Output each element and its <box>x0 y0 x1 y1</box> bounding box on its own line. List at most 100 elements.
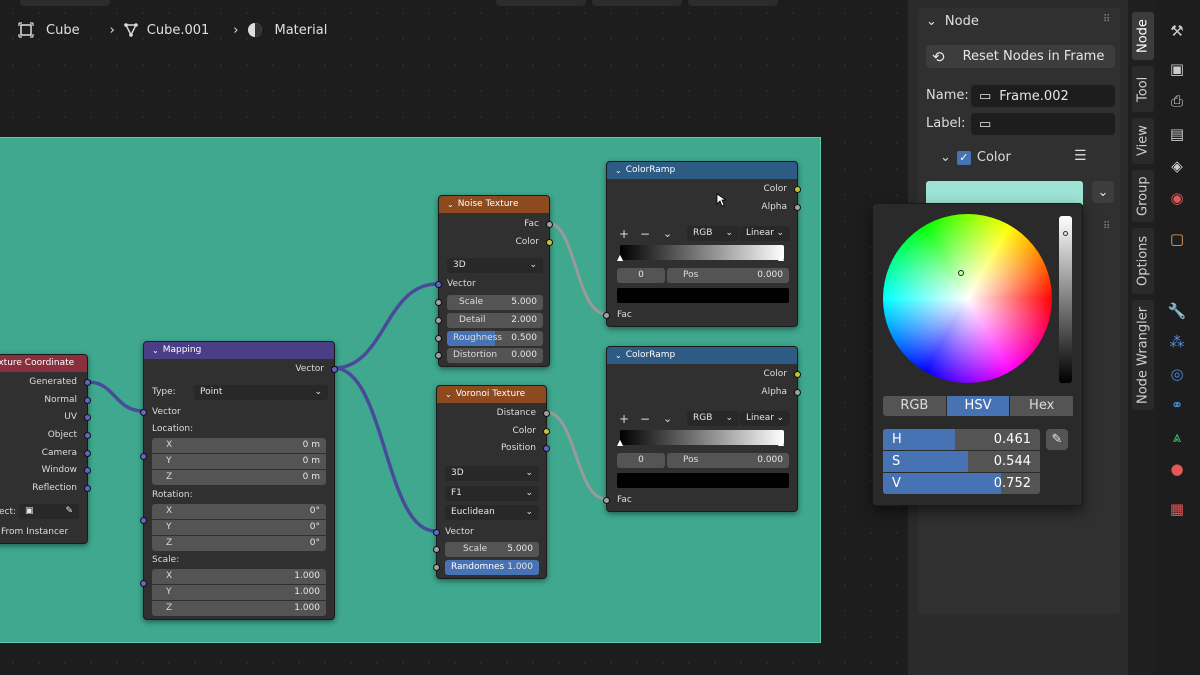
socket[interactable] <box>331 366 338 373</box>
scene-icon[interactable]: ◈ <box>1166 155 1188 177</box>
frame-color-swatch[interactable] <box>926 181 1083 205</box>
tab-tool[interactable]: Tool <box>1132 66 1154 112</box>
modifier-icon[interactable]: 🔧 <box>1166 300 1188 322</box>
dimensions-select[interactable]: 3D ⌄ <box>447 258 543 273</box>
tab-node[interactable]: Node <box>1132 12 1154 60</box>
saturation-field[interactable]: S 0.544 <box>883 451 1040 472</box>
color-menu-button[interactable]: ⌄ <box>1092 181 1114 203</box>
list-icon[interactable]: ☰ <box>1074 148 1087 164</box>
physics-icon[interactable]: ◎ <box>1166 363 1188 385</box>
chevron-down-icon[interactable]: ⌄ <box>445 386 452 403</box>
socket[interactable] <box>794 186 801 193</box>
interpolation-select[interactable]: Linear ⌄ <box>740 226 790 241</box>
socket[interactable] <box>435 281 442 288</box>
texture-icon[interactable]: ▦ <box>1166 498 1188 520</box>
remove-stop-button[interactable]: − <box>640 227 650 241</box>
eyedropper-button[interactable]: ✎ <box>1046 429 1068 450</box>
add-stop-button[interactable]: + <box>619 227 629 241</box>
ramp-stop-handle[interactable]: ▲ <box>617 438 623 447</box>
scale-field[interactable]: Scale 5.000 <box>445 542 539 557</box>
socket[interactable] <box>794 371 801 378</box>
color-subpanel-header[interactable]: ⌄ ✓ Color <box>940 150 1011 165</box>
stop-position-field[interactable]: Pos 0.000 <box>667 453 789 468</box>
socket[interactable] <box>84 450 91 457</box>
node-header[interactable]: ⌄ Noise Texture <box>439 196 549 213</box>
distortion-field[interactable]: Distortion 0.000 <box>447 348 543 363</box>
ramp-stop-handle[interactable]: ▲ <box>617 253 623 262</box>
socket[interactable] <box>435 352 442 359</box>
roughness-field[interactable]: Roughness 0.500 <box>447 331 543 346</box>
socket[interactable] <box>543 445 550 452</box>
socket[interactable] <box>140 580 147 587</box>
voronoi-texture-node[interactable]: ⌄ Voronoi Texture Distance Color Position… <box>433 385 550 579</box>
socket[interactable] <box>435 299 442 306</box>
ramp-menu-button[interactable]: ⌄ <box>663 412 672 426</box>
scale-x-field[interactable]: X 1.000 <box>152 569 326 584</box>
hue-saturation-wheel[interactable] <box>883 214 1052 383</box>
colorramp-node-2[interactable]: ⌄ ColorRamp Color Alpha + − ⌄ RGB ⌄ Linear… <box>603 346 801 512</box>
socket[interactable] <box>433 529 440 536</box>
world-icon[interactable]: ◉ <box>1166 187 1188 209</box>
rotation-z-field[interactable]: Z 0° <box>152 536 326 551</box>
data-icon[interactable]: ⩓ <box>1166 426 1188 448</box>
color-mode-select[interactable]: RGB ⌄ <box>687 226 739 241</box>
socket[interactable] <box>84 414 91 421</box>
type-select[interactable]: Point ⌄ <box>194 385 328 400</box>
stop-color-swatch[interactable] <box>617 288 789 303</box>
socket[interactable] <box>546 239 553 246</box>
tab-options[interactable]: Options <box>1132 228 1154 294</box>
node-section-header[interactable]: ⌄ Node <box>926 14 979 29</box>
scale-field[interactable]: Scale 5.000 <box>447 295 543 310</box>
drag-handle-icon[interactable]: ⠿ <box>1103 14 1110 25</box>
socket[interactable] <box>546 221 553 228</box>
randomness-field[interactable]: Randomnes 1.000 <box>445 560 539 575</box>
socket[interactable] <box>84 485 91 492</box>
socket[interactable] <box>140 409 147 416</box>
color-mode-select[interactable]: RGB ⌄ <box>687 411 739 426</box>
render-icon[interactable]: ▣ <box>1166 58 1188 80</box>
ramp-menu-button[interactable]: ⌄ <box>663 227 672 241</box>
stop-index-field[interactable]: 0 <box>617 268 665 283</box>
socket[interactable] <box>794 204 801 211</box>
node-editor-canvas[interactable]: Cube › Cube.001 › Material Texture Coord… <box>0 0 908 675</box>
location-y-field[interactable]: Y 0 m <box>152 454 326 469</box>
feature-select[interactable]: F1 ⌄ <box>445 486 539 501</box>
chevron-down-icon[interactable]: ⌄ <box>447 196 454 213</box>
socket[interactable] <box>433 546 440 553</box>
colorramp-node-1[interactable]: ⌄ ColorRamp Color Alpha + − ⌄ RGB ⌄ Linear… <box>603 161 801 327</box>
tool-icon[interactable]: ⚒ <box>1166 20 1188 42</box>
socket[interactable] <box>84 379 91 386</box>
label-field[interactable]: ▭ <box>971 113 1115 135</box>
chevron-down-icon[interactable]: ⌄ <box>615 162 622 179</box>
mapping-node[interactable]: ⌄ Mapping Vector Type: Point ⌄ Vector Loca… <box>140 341 338 620</box>
object-icon[interactable]: ▢ <box>1166 228 1188 250</box>
socket[interactable] <box>433 564 440 571</box>
name-field[interactable]: ▭ Frame.002 <box>971 85 1115 107</box>
tab-hsv[interactable]: HSV <box>946 396 1011 416</box>
socket[interactable] <box>603 497 610 504</box>
reset-nodes-in-frame-button[interactable]: ⟲ Reset Nodes in Frame <box>926 45 1115 68</box>
wheel-cursor[interactable] <box>958 270 964 276</box>
stop-position-field[interactable]: Pos 0.000 <box>667 268 789 283</box>
value-slider[interactable] <box>1059 216 1072 383</box>
socket[interactable] <box>84 467 91 474</box>
tab-view[interactable]: View <box>1132 118 1154 164</box>
object-field[interactable]: ▣ ✎ <box>19 504 79 519</box>
add-stop-button[interactable]: + <box>619 412 629 426</box>
socket[interactable] <box>84 432 91 439</box>
value-slider-handle[interactable] <box>1063 231 1068 236</box>
color-ramp-gradient[interactable] <box>620 245 784 260</box>
chevron-down-icon[interactable]: ⌄ <box>152 342 159 359</box>
particles-icon[interactable]: ⁂ <box>1166 331 1188 353</box>
scale-y-field[interactable]: Y 1.000 <box>152 585 326 600</box>
ramp-stop-handle[interactable]: ▲ <box>778 438 784 447</box>
material-icon[interactable]: ● <box>1166 458 1188 480</box>
tab-hex[interactable]: Hex <box>1010 396 1074 416</box>
tab-group[interactable]: Group <box>1132 170 1154 222</box>
tab-node-wrangler[interactable]: Node Wrangler <box>1132 300 1154 410</box>
stop-index-field[interactable]: 0 <box>617 453 665 468</box>
from-instancer-checkbox[interactable]: From Instancer <box>1 525 68 539</box>
stop-color-swatch[interactable] <box>617 473 789 488</box>
scale-z-field[interactable]: Z 1.000 <box>152 601 326 616</box>
node-header[interactable]: Texture Coordinate <box>0 355 87 372</box>
